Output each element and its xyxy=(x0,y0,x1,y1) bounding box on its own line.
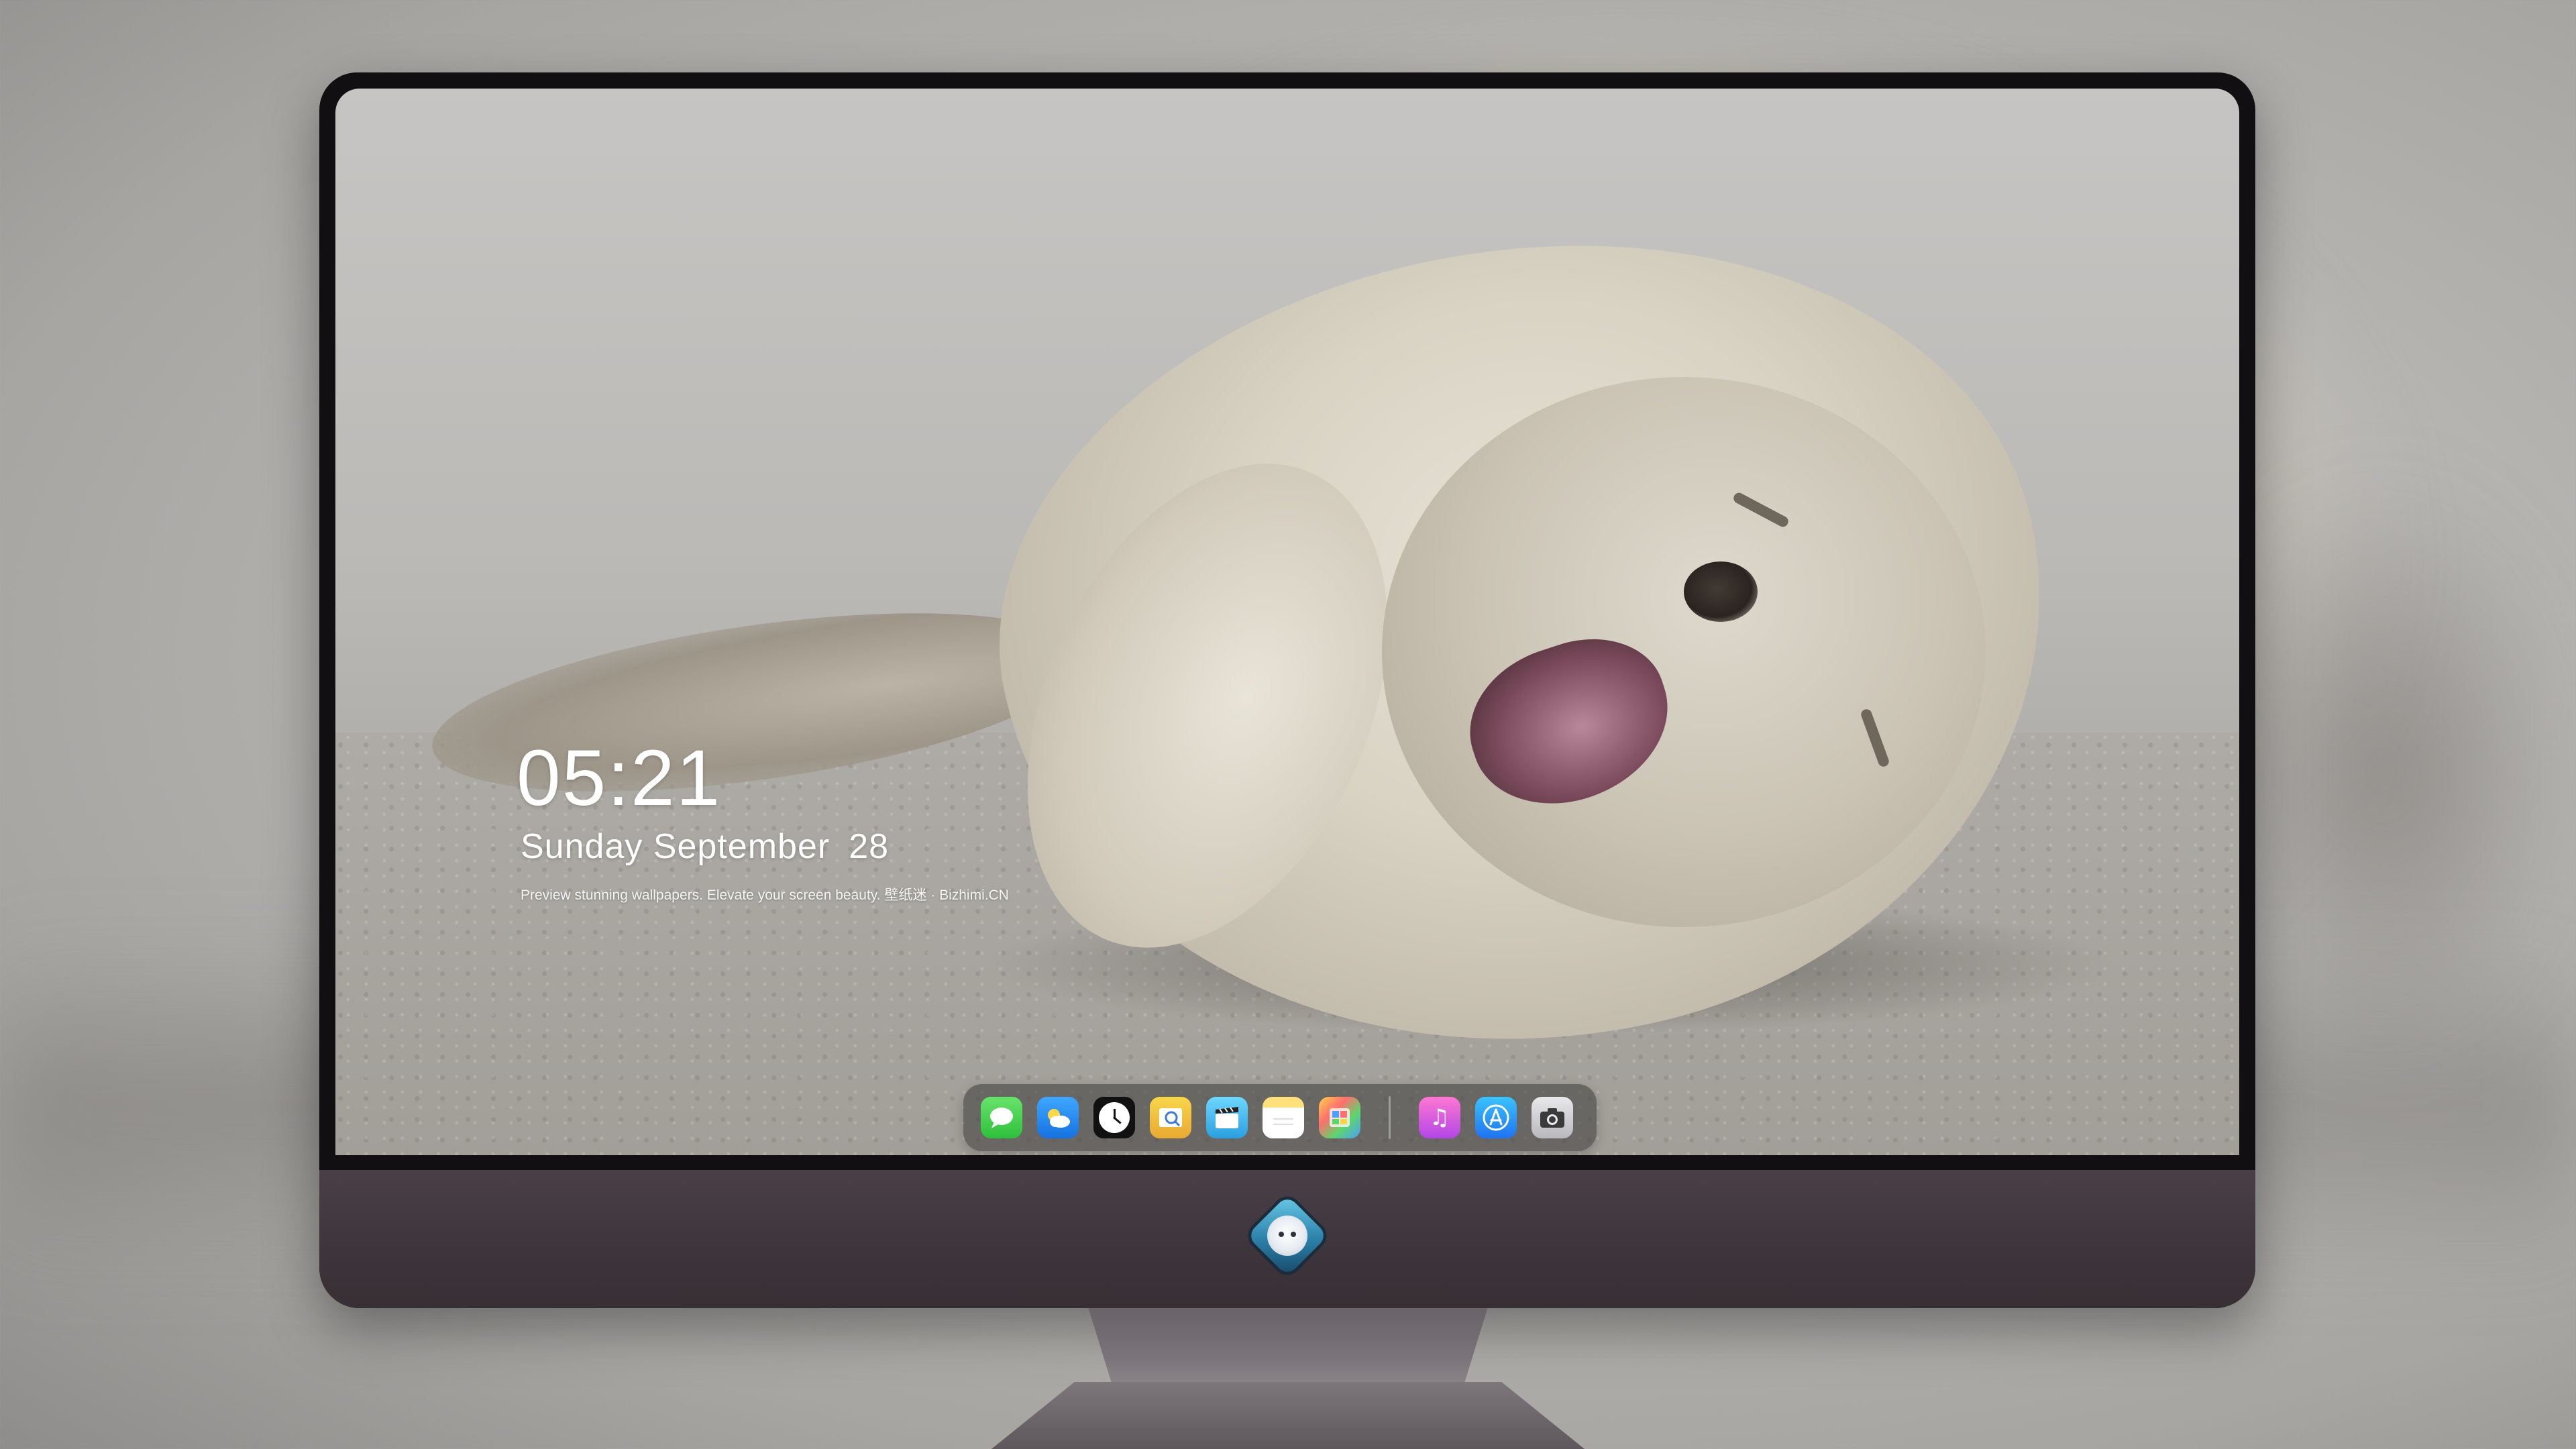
messages-icon[interactable] xyxy=(981,1097,1022,1138)
screen: 05:21 Sunday September 28 Preview stunnin… xyxy=(335,89,2239,1155)
notes-icon[interactable] xyxy=(1263,1097,1304,1138)
app-store-icon[interactable] xyxy=(1475,1097,1517,1138)
lockscreen-date-day: 28 xyxy=(849,827,890,866)
brand-logo-icon xyxy=(1242,1190,1333,1281)
lockscreen-date: Sunday September 28 xyxy=(521,826,889,867)
monitor-stand-neck xyxy=(1088,1308,1488,1389)
dock: ♫ xyxy=(963,1084,1597,1151)
dock-separator xyxy=(1389,1096,1391,1139)
monitor-chin xyxy=(319,1170,2255,1308)
photos-icon[interactable] xyxy=(1319,1097,1360,1138)
wallpaper-seal-head xyxy=(1382,377,1986,927)
lockscreen-clock: 05:21 xyxy=(517,734,722,822)
weather-icon[interactable] xyxy=(1037,1097,1079,1138)
monitor-stand-base xyxy=(991,1382,1585,1449)
preview-icon[interactable] xyxy=(1150,1097,1191,1138)
clips-icon[interactable] xyxy=(1206,1097,1248,1138)
camera-icon[interactable] xyxy=(1532,1097,1573,1138)
lockscreen-date-label: Sunday September xyxy=(521,827,830,866)
lockscreen-tagline: Preview stunning wallpapers. Elevate you… xyxy=(521,888,1009,903)
wallpaper-seal-nose xyxy=(1684,561,1758,622)
clock-icon[interactable] xyxy=(1093,1097,1135,1138)
music-icon[interactable]: ♫ xyxy=(1419,1097,1460,1138)
monitor: 05:21 Sunday September 28 Preview stunnin… xyxy=(319,72,2255,1308)
